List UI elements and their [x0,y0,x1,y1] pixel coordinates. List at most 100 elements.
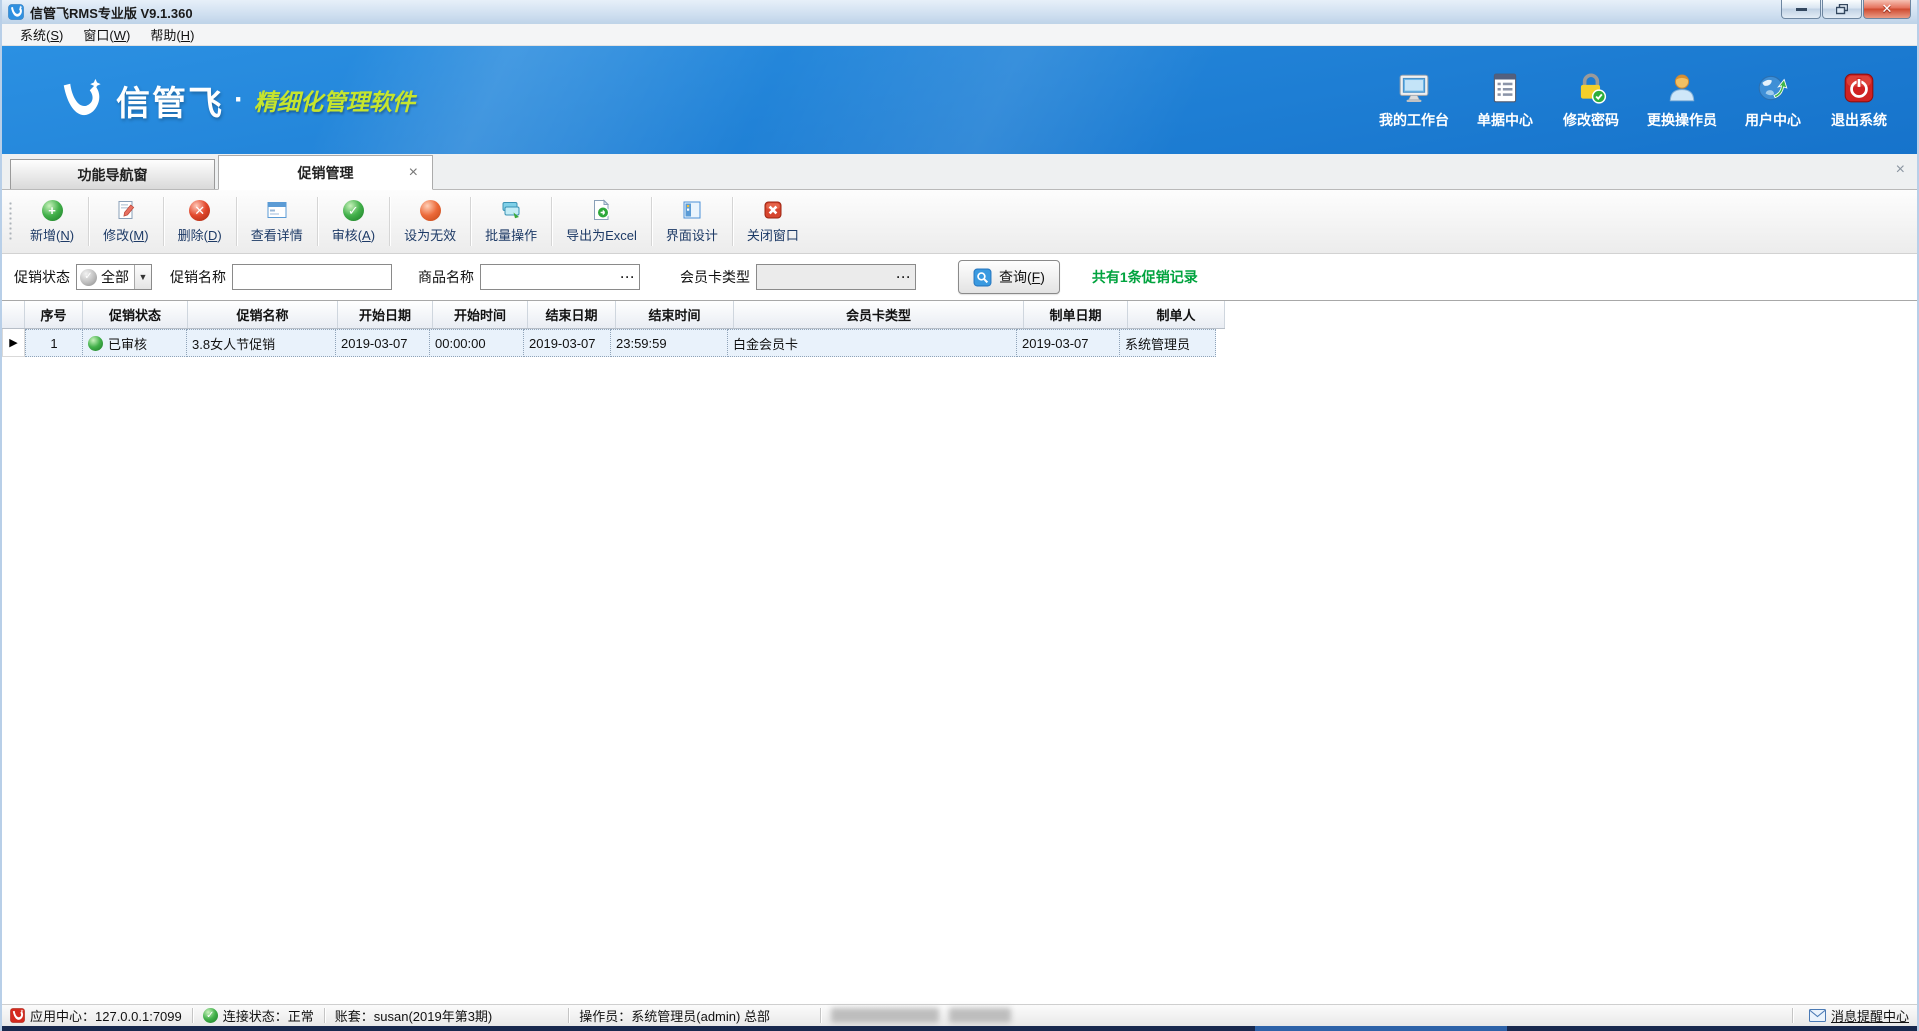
col-start-date[interactable]: 开始日期 [338,301,433,328]
brand-dot: · [234,83,244,117]
minimize-button[interactable] [1781,0,1821,19]
status-dropdown-value: 全部 [101,267,134,287]
close-icon: ✕ [1882,1,1893,17]
approve-icon: ✓ [343,200,364,221]
col-start-time[interactable]: 开始时间 [433,301,528,328]
promotion-name-input[interactable] [232,264,392,290]
add-button[interactable]: + 新增(N) [18,193,86,250]
col-end-date[interactable]: 结束日期 [528,301,616,328]
col-card-type[interactable]: 会员卡类型 [734,301,1024,328]
cell-start-time: 00:00:00 [429,329,524,357]
switch-operator-button[interactable]: 更换操作员 [1647,71,1717,130]
redacted-text [831,1008,939,1023]
delete-button[interactable]: ✕ 删除(D) [166,193,234,250]
tab-promotion-management[interactable]: 促销管理 × [218,155,433,190]
status-dropdown[interactable]: ✓ 全部 ▼ [76,264,152,290]
document-list-icon [1488,71,1522,105]
edit-icon [115,199,137,221]
menu-help[interactable]: 帮助(H) [140,23,204,46]
window-bottom-edge [2,1026,1917,1031]
ui-design-button[interactable]: 界面设计 [654,193,730,250]
cell-end-time: 23:59:59 [610,329,728,357]
card-type-picker-button[interactable]: ··· [895,268,913,286]
export-excel-button[interactable]: 导出为Excel [554,193,649,250]
col-end-time[interactable]: 结束时间 [616,301,734,328]
export-excel-icon [590,199,612,221]
card-type-input[interactable] [756,264,916,290]
change-password-button[interactable]: 修改密码 [1561,71,1621,130]
title-bar: 信管飞RMS专业版 V9.1.360 ✕ [2,0,1917,24]
table-row[interactable]: ▶ 1 已审核 3.8女人节促销 2019-03-07 00:00:00 201… [2,329,1225,357]
brand-logo-icon [54,74,106,126]
restore-icon [1836,4,1848,15]
batch-operation-button[interactable]: 批量操作 [473,193,549,250]
cell-card-type: 白金会员卡 [727,329,1017,357]
invalidate-button[interactable]: 设为无效 [392,193,468,250]
name-filter-wrap [232,264,392,290]
menu-window[interactable]: 窗口(W) [73,23,140,46]
status-badge-icon: ✓ [80,269,97,286]
search-button[interactable]: 查询(F) [958,260,1060,294]
cell-creator: 系统管理员 [1119,329,1216,357]
tab-bar: 功能导航窗 促销管理 × × [2,154,1917,190]
menu-system[interactable]: 系统(S) [10,23,73,46]
app-center-icon [10,1008,25,1023]
col-creator[interactable]: 制单人 [1128,301,1225,328]
power-icon [1842,71,1876,105]
product-picker-button[interactable]: ··· [619,268,637,286]
cell-seq: 1 [25,329,83,357]
message-center-link[interactable]: 消息提醒中心 [1809,1006,1909,1025]
col-status[interactable]: 促销状态 [83,301,188,328]
banner-actions: 我的工作台 单据中心 修改密码 更换操作员 用户中心 退出系统 [1379,71,1889,130]
tab-function-nav[interactable]: 功能导航窗 [10,159,215,189]
row-marker-icon: ▶ [9,336,17,349]
app-center-status: 应用中心：127.0.0.1:7099 [10,1006,182,1025]
edit-button[interactable]: 修改(M) [91,193,161,250]
globe-icon [1756,71,1790,105]
app-logo-icon [8,4,24,20]
brand-name: 信管飞 [116,76,224,125]
delete-icon: ✕ [189,200,210,221]
product-filter-wrap: ··· [480,264,640,290]
col-seq[interactable]: 序号 [25,301,83,328]
cell-doc-date: 2019-03-07 [1016,329,1120,357]
document-center-button[interactable]: 单据中心 [1475,71,1535,130]
exit-system-button[interactable]: 退出系统 [1829,71,1889,130]
product-name-input[interactable] [480,264,640,290]
tabbar-close-icon[interactable]: × [1896,162,1905,178]
col-name[interactable]: 促销名称 [188,301,338,328]
operator-status: 操作员：系统管理员(admin) 总部 [579,1006,770,1025]
col-doc-date[interactable]: 制单日期 [1024,301,1128,328]
brand: 信管飞 · 精细化管理软件 [54,74,415,126]
invalidate-icon [420,200,441,221]
view-detail-button[interactable]: 查看详情 [239,193,315,250]
user-center-button[interactable]: 用户中心 [1743,71,1803,130]
brand-banner: 信管飞 · 精细化管理软件 我的工作台 单据中心 修改密码 更换操作员 [2,46,1917,154]
minimize-icon [1796,8,1807,11]
app-window: 信管飞RMS专业版 V9.1.360 ✕ 系统(S) 窗口(W) 帮助(H) 信… [0,0,1919,1031]
cell-end-date: 2019-03-07 [523,329,611,357]
tab-close-icon[interactable]: × [409,164,418,182]
envelope-icon [1809,1009,1826,1022]
restore-button[interactable] [1822,0,1862,19]
workbench-button[interactable]: 我的工作台 [1379,71,1449,130]
connection-status: ✓ 连接状态：正常 [203,1006,314,1025]
row-selector-header [2,301,25,328]
detail-window-icon [266,199,288,221]
user-icon [1665,71,1699,105]
status-filter-label: 促销状态 [14,267,70,287]
close-button[interactable]: ✕ [1863,0,1911,19]
close-window-icon [762,199,784,221]
record-count: 共有1条促销记录 [1092,267,1198,287]
brand-slogan: 精细化管理软件 [254,83,415,117]
card-type-filter-wrap: ··· [756,264,916,290]
close-window-button[interactable]: 关闭窗口 [735,193,811,250]
batch-icon [500,199,522,221]
toolbar: + 新增(N) 修改(M) ✕ 删除(D) 查看详情 ✓ 审核(A) 设为无效 [2,190,1917,254]
cell-start-date: 2019-03-07 [335,329,430,357]
approve-button[interactable]: ✓ 审核(A) [320,193,387,250]
product-filter-label: 商品名称 [418,267,474,287]
status-bar: 应用中心：127.0.0.1:7099 ✓ 连接状态：正常 账套：susan(2… [2,1004,1917,1026]
dropdown-arrow-icon[interactable]: ▼ [134,265,151,289]
window-controls: ✕ [1780,0,1911,19]
